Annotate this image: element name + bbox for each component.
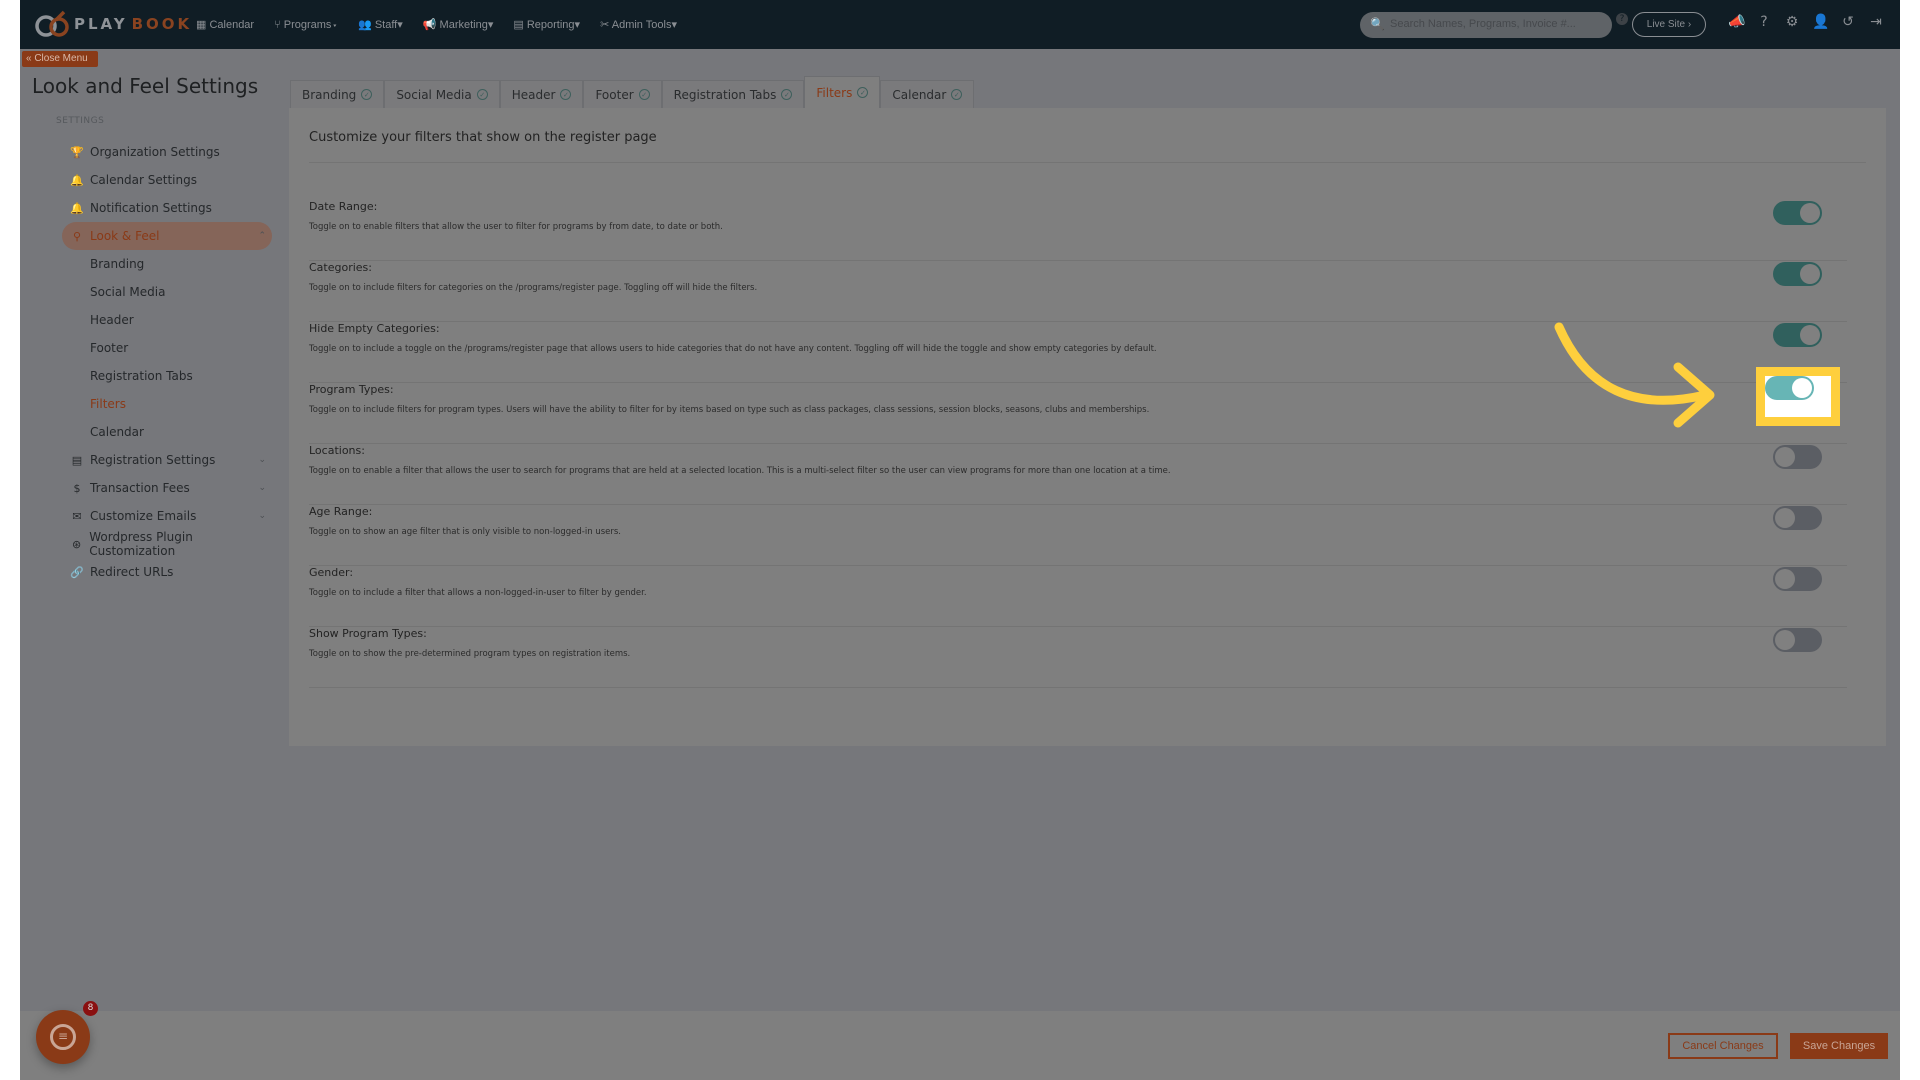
app: PLAY BOOK ▦ Calendar ⑂ Programs▾ 👥 Staff▾ 📢 …: [20, 0, 1900, 1080]
chat-badge: 8: [83, 1001, 98, 1016]
chat-button[interactable]: ≡: [36, 1010, 90, 1064]
annotation-arrow-icon: [1554, 322, 1715, 428]
footer-bar: Cancel Changes Save Changes: [20, 1011, 1900, 1080]
chat-icon: ≡: [50, 1024, 76, 1050]
save-changes-button[interactable]: Save Changes: [1790, 1033, 1888, 1059]
cancel-changes-button[interactable]: Cancel Changes: [1668, 1033, 1778, 1059]
